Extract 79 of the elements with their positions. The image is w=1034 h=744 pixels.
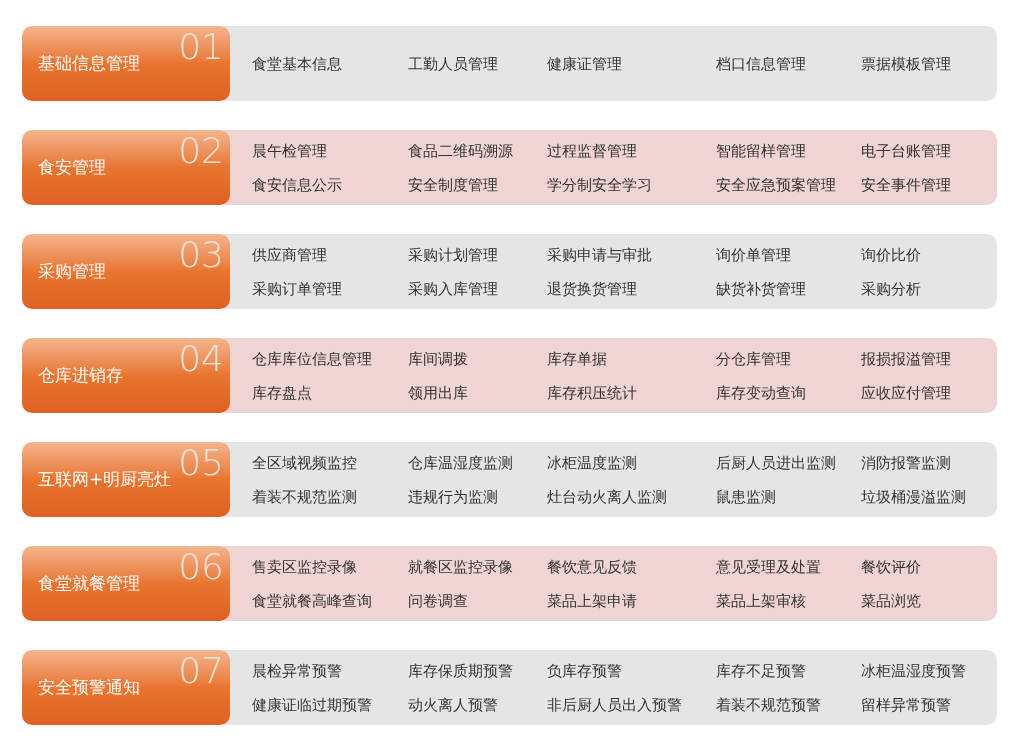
feature-label: 电子台账管理 [861, 140, 952, 162]
feature-label: 着装不规范预警 [716, 694, 822, 716]
feature-label: 票据模板管理 [861, 53, 952, 75]
feature-label: 退货换货管理 [547, 278, 638, 300]
feature-label: 健康证临过期预警 [252, 694, 373, 716]
feature-label: 工勤人员管理 [408, 53, 499, 75]
feature-label: 库存积压统计 [547, 382, 638, 404]
feature-label: 负库存预警 [547, 660, 623, 682]
feature-label: 全区域视频监控 [252, 452, 358, 474]
feature-label: 仓库库位信息管理 [252, 348, 373, 370]
feature-label: 应收应付管理 [861, 382, 952, 404]
feature-label: 仓库温湿度监测 [408, 452, 514, 474]
module-number: 07 [178, 650, 224, 692]
feature-label: 库存保质期预警 [408, 660, 514, 682]
feature-label: 食堂基本信息 [252, 53, 343, 75]
feature-label: 报损报溢管理 [861, 348, 952, 370]
module-title: 食堂就餐管理 [38, 571, 140, 595]
module-number: 02 [178, 130, 224, 172]
module-number: 06 [178, 546, 224, 588]
module-number: 05 [178, 442, 224, 484]
feature-label: 采购订单管理 [252, 278, 343, 300]
feature-label: 灶台动火离人监测 [547, 486, 668, 508]
feature-label: 食堂就餐高峰查询 [252, 590, 373, 612]
feature-label: 安全事件管理 [861, 174, 952, 196]
feature-label: 库存变动查询 [716, 382, 807, 404]
feature-label: 食安信息公示 [252, 174, 343, 196]
module-title: 互联网+明厨亮灶 [38, 467, 172, 491]
feature-label: 学分制安全学习 [547, 174, 653, 196]
feature-label: 食品二维码溯源 [408, 140, 514, 162]
feature-label: 智能留样管理 [716, 140, 807, 162]
feature-label: 过程监督管理 [547, 140, 638, 162]
feature-label: 就餐区监控录像 [408, 556, 514, 578]
feature-label: 供应商管理 [252, 244, 328, 266]
feature-label: 消防报警监测 [861, 452, 952, 474]
feature-label: 菜品浏览 [861, 590, 922, 612]
feature-label: 询价单管理 [716, 244, 792, 266]
feature-label: 晨检异常预警 [252, 660, 343, 682]
feature-label: 意见受理及处置 [716, 556, 822, 578]
feature-label: 菜品上架审核 [716, 590, 807, 612]
feature-label: 晨午检管理 [252, 140, 328, 162]
feature-label: 采购分析 [861, 278, 922, 300]
module-title: 仓库进销存 [38, 363, 123, 387]
feature-label: 冰柜温度监测 [547, 452, 638, 474]
module-number: 03 [178, 234, 224, 276]
feature-label: 餐饮评价 [861, 556, 922, 578]
feature-label: 非后厨人员出入预警 [547, 694, 683, 716]
feature-label: 动火离人预警 [408, 694, 499, 716]
feature-label: 冰柜温湿度预警 [861, 660, 967, 682]
feature-label: 采购入库管理 [408, 278, 499, 300]
feature-label: 采购申请与审批 [547, 244, 653, 266]
feature-label: 垃圾桶漫溢监测 [861, 486, 967, 508]
module-number: 01 [178, 26, 224, 68]
feature-label: 留样异常预警 [861, 694, 952, 716]
feature-label: 安全制度管理 [408, 174, 499, 196]
feature-label: 违规行为监测 [408, 486, 499, 508]
module-title: 基础信息管理 [38, 51, 140, 75]
feature-label: 后厨人员进出监测 [716, 452, 837, 474]
feature-label: 鼠患监测 [716, 486, 777, 508]
feature-label: 档口信息管理 [716, 53, 807, 75]
feature-label: 库间调拨 [408, 348, 469, 370]
feature-label: 询价比价 [861, 244, 922, 266]
feature-label: 库存不足预警 [716, 660, 807, 682]
feature-label: 菜品上架申请 [547, 590, 638, 612]
feature-label: 分仓库管理 [716, 348, 792, 370]
module-number: 04 [178, 338, 224, 380]
module-title: 安全预警通知 [38, 675, 140, 699]
module-title: 食安管理 [38, 155, 106, 179]
feature-label: 着装不规范监测 [252, 486, 358, 508]
feature-label: 库存盘点 [252, 382, 313, 404]
module-title: 采购管理 [38, 259, 106, 283]
feature-label: 采购计划管理 [408, 244, 499, 266]
feature-label: 售卖区监控录像 [252, 556, 358, 578]
feature-label: 安全应急预案管理 [716, 174, 837, 196]
feature-label: 库存单据 [547, 348, 608, 370]
feature-label: 问卷调查 [408, 590, 469, 612]
feature-label: 餐饮意见反馈 [547, 556, 638, 578]
feature-label: 缺货补货管理 [716, 278, 807, 300]
feature-label: 健康证管理 [547, 53, 623, 75]
feature-label: 领用出库 [408, 382, 469, 404]
